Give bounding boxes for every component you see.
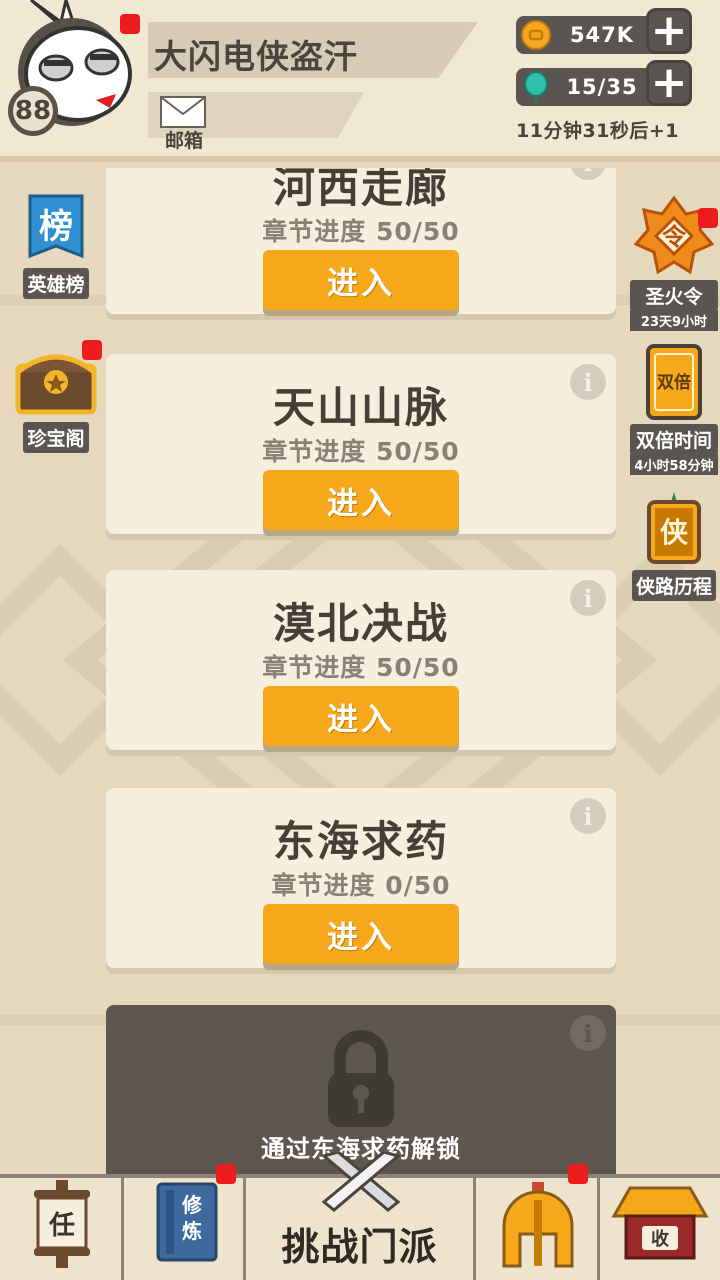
crossed-swords-icon (320, 1152, 402, 1212)
nav-equipment[interactable] (476, 1164, 600, 1280)
hero-journey-button[interactable]: 侠 侠路历程 (630, 490, 718, 601)
gold-value: 547K (569, 23, 635, 47)
mail-label: 邮箱 (164, 130, 203, 152)
cultivation-book-icon: 修 炼 (156, 1182, 218, 1262)
enter-button[interactable]: 进入 (263, 686, 459, 746)
svg-text:令: 令 (662, 223, 687, 251)
chapter-title: 天山山脉 (272, 383, 449, 432)
challenge-sect-label: 挑战门派 (281, 1225, 438, 1269)
mail-button[interactable]: 邮箱 (158, 94, 210, 152)
chapter-card: 天山山脉 章节进度 50/50 进入 i (106, 354, 616, 534)
chapter-title: 东海求药 (272, 817, 449, 866)
enter-button[interactable]: 进入 (263, 470, 459, 530)
helmet-icon (502, 1182, 574, 1268)
sacred-fire-notification-dot (698, 208, 718, 228)
chapter-progress: 章节进度 0/50 (271, 871, 451, 900)
level-badge: 88 (8, 86, 58, 136)
hero-journey-label: 侠路历程 (631, 570, 716, 601)
info-icon[interactable]: i (570, 580, 606, 616)
level-value: 88 (14, 96, 52, 126)
info-icon[interactable]: i (570, 364, 606, 400)
info-icon[interactable]: i (570, 798, 606, 834)
nav-collect[interactable]: 收 (600, 1178, 720, 1280)
nav-challenge-sect[interactable]: 挑战门派 (246, 1152, 476, 1280)
hero-journey-plaque-icon: 侠 (647, 492, 701, 564)
chapter-title: 河西走廊 (272, 168, 449, 212)
treasure-notification-dot (82, 340, 102, 360)
task-scroll-icon: 任 (34, 1180, 90, 1268)
chapter-card: 漠北决战 章节进度 50/50 进入 i (106, 570, 616, 750)
add-energy-button[interactable]: + (646, 60, 692, 106)
shop-house-icon: 收 (611, 1186, 709, 1260)
coin-icon (521, 20, 551, 50)
hero-rank-button[interactable]: 榜 英雄榜 (12, 192, 100, 299)
sacred-fire-order-button[interactable]: 令 圣火令 23天9小时 (630, 195, 718, 331)
svg-text:炼: 炼 (182, 1219, 202, 1243)
equipment-notification-dot (568, 1164, 588, 1184)
locked-chapter-card: 通过东海求药解锁 i (106, 1005, 616, 1176)
chapter-list[interactable]: 河西走廊 章节进度 50/50 进入 i 天山山脉 章节进度 50/50 进入 … (106, 168, 616, 1176)
sacred-fire-timer: 23天9小时 (630, 310, 718, 331)
double-time-label: 双倍时间 (630, 424, 718, 455)
envelope-icon (160, 96, 206, 128)
svg-text:双倍: 双倍 (657, 372, 691, 393)
nav-cultivate[interactable]: 修 炼 (124, 1164, 246, 1280)
chapter-progress: 章节进度 50/50 (262, 437, 460, 466)
chapter-card: 河西走廊 章节进度 50/50 进入 i (106, 168, 616, 314)
info-icon[interactable]: i (570, 1015, 606, 1051)
double-time-timer: 4小时58分钟 (630, 454, 718, 475)
svg-text:榜: 榜 (39, 207, 73, 247)
energy-value: 15/35 (566, 75, 638, 99)
gold-counter: 547K + (516, 8, 692, 54)
enter-button[interactable]: 进入 (263, 904, 459, 964)
balloon-energy-icon (524, 71, 548, 102)
bottom-nav: 任 修 炼 挑战门派 收 (0, 1152, 720, 1280)
chapter-progress: 章节进度 50/50 (262, 217, 460, 246)
padlock-icon (328, 1030, 394, 1127)
treasure-pavilion-button[interactable]: 珍宝阁 (12, 340, 102, 453)
chapter-title: 漠北决战 (272, 599, 449, 648)
treasure-pavilion-label: 珍宝阁 (23, 422, 89, 453)
chapter-progress: 章节进度 50/50 (262, 653, 460, 682)
plus-icon: + (650, 57, 688, 108)
add-gold-button[interactable]: + (646, 8, 692, 54)
hero-rank-label: 英雄榜 (23, 268, 89, 299)
hero-rank-banner-icon: 榜 (28, 194, 84, 259)
svg-text:收: 收 (651, 1228, 669, 1250)
svg-text:侠: 侠 (660, 516, 689, 549)
double-time-button[interactable]: 双倍 双倍时间 4小时58分钟 (630, 344, 718, 475)
player-name: 大闪电侠盗汗 (154, 37, 358, 76)
nav-tasks[interactable]: 任 (0, 1178, 124, 1280)
plus-icon: + (650, 5, 688, 56)
top-bar: 88 大闪电侠盗汗 邮箱 547K + 15/35 + 11分钟31秒后+1 (0, 0, 720, 162)
energy-timer: 11分钟31秒后+1 (516, 120, 680, 142)
svg-text:修: 修 (181, 1193, 203, 1217)
svg-text:任: 任 (48, 1211, 75, 1241)
chapter-card: 东海求药 章节进度 0/50 进入 i (106, 788, 616, 968)
enter-button[interactable]: 进入 (263, 250, 459, 310)
avatar[interactable]: 88 (6, 0, 146, 140)
energy-counter: 15/35 + (516, 60, 692, 106)
cultivate-notification-dot (216, 1164, 236, 1184)
sacred-fire-label: 圣火令 (630, 280, 718, 311)
double-card-icon: 双倍 (646, 344, 702, 420)
avatar-notification-dot (120, 14, 140, 34)
